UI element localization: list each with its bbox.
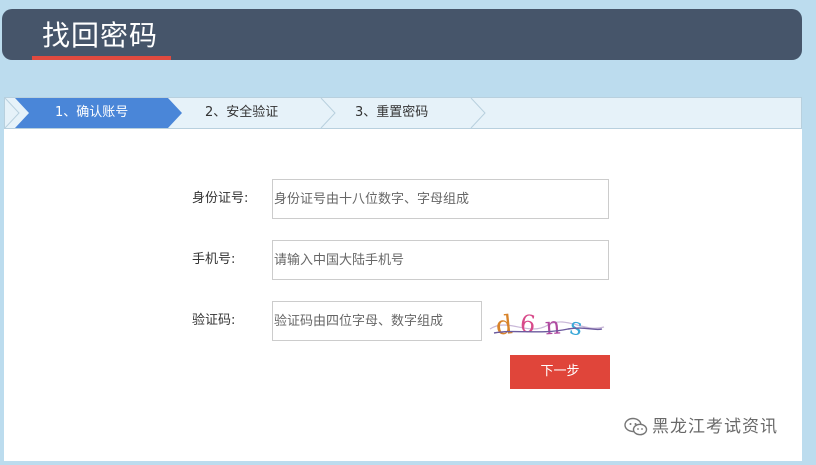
step-notch [5,98,20,128]
captcha-image[interactable]: d 6 n s [488,307,606,341]
captcha-label: 验证码: [192,313,236,328]
next-step-button[interactable]: 下一步 [510,355,610,389]
id-card-label: 身份证号: [192,191,249,206]
phone-input[interactable] [272,240,609,280]
captcha-char: s [568,312,585,341]
step-separator [320,98,336,128]
title-underline [32,56,171,60]
page-header: 找回密码 [2,9,802,60]
captcha-char: d [494,310,514,341]
phone-label: 手机号: [192,252,236,267]
step-1-confirm-account: 1、确认账号 [55,105,129,120]
page-title: 找回密码 [42,19,159,52]
step-progress-bar: 1、确认账号 2、安全验证 3、重置密码 [4,97,802,129]
captcha-char: 6 [518,309,537,339]
wechat-icon [624,417,648,436]
captcha-input[interactable] [272,301,482,341]
watermark-text: 黑龙江考试资讯 [652,417,778,437]
id-card-input[interactable] [272,179,609,219]
step-3-reset-password: 3、重置密码 [355,105,429,120]
form-panel: 身份证号: 手机号: 验证码: d 6 n s 下一步 黑龙江考试资讯 [4,129,802,461]
captcha-char: n [544,311,561,340]
step-2-security-verification: 2、安全验证 [205,105,279,120]
step-separator [470,98,486,128]
